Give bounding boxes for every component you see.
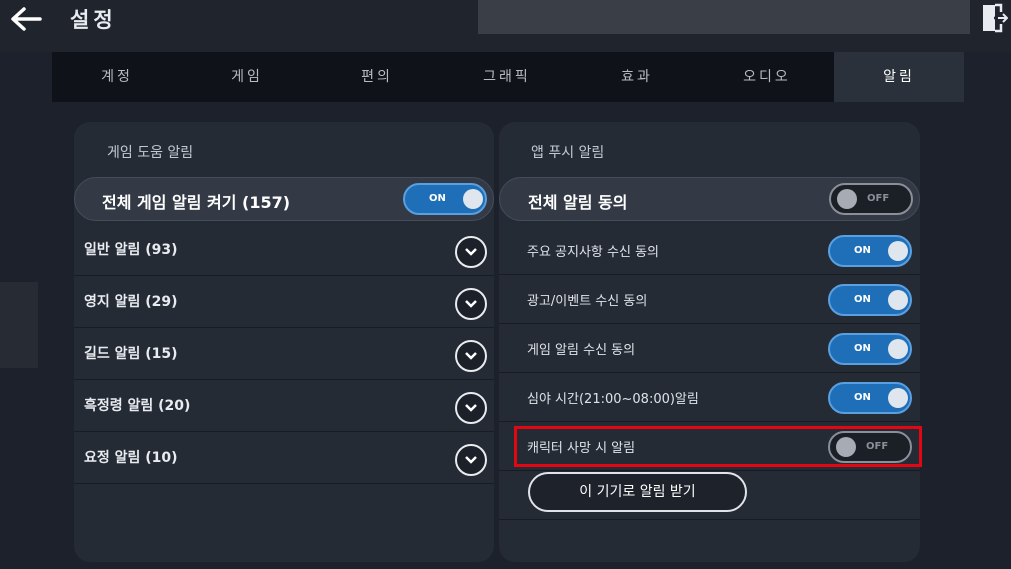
tab-convenience[interactable]: 편의: [312, 52, 442, 102]
list-item-label: 게임 알림 수신 동의: [527, 343, 636, 358]
settings-tab-bar: 계정 게임 편의 그래픽 효과 오디오 알림: [52, 52, 964, 102]
list-item[interactable]: 길드 알림 (15): [74, 328, 494, 380]
expand-button[interactable]: [455, 444, 487, 476]
night-time-notification-toggle[interactable]: ON: [828, 382, 912, 414]
list-item: 주요 공지사항 수신 동의 ON: [499, 226, 920, 275]
exit-button[interactable]: [980, 2, 1009, 34]
chevron-down-icon: [465, 248, 477, 256]
list-item-label: 흑정령 알림 (20): [84, 398, 191, 414]
list-item-label: 심야 시간(21:00~08:00)알림: [527, 392, 699, 407]
expand-button[interactable]: [455, 392, 487, 424]
list-item: 심야 시간(21:00~08:00)알림 ON: [499, 373, 920, 422]
highlight-box: [514, 426, 922, 467]
all-consent-label: 전체 알림 동의: [528, 193, 628, 212]
tab-effects[interactable]: 효과: [572, 52, 702, 102]
exit-door-icon: [983, 3, 1009, 33]
app-push-notifications-panel: 앱 푸시 알림 전체 알림 동의 OFF 주요 공지사항 수신 동의 ON 광고…: [499, 122, 920, 562]
side-strip: [0, 282, 38, 368]
toggle-state-label: ON: [854, 245, 871, 256]
expand-button[interactable]: [455, 288, 487, 320]
tab-notifications[interactable]: 알림: [834, 52, 964, 102]
all-consent-toggle[interactable]: OFF: [829, 183, 913, 215]
chevron-down-icon: [465, 300, 477, 308]
list-item-label: 길드 알림 (15): [84, 346, 178, 362]
list-item-label: 요정 알림 (10): [84, 450, 178, 466]
toggle-knob: [888, 290, 908, 310]
list-item: 게임 알림 수신 동의 ON: [499, 324, 920, 373]
panel-header: 앱 푸시 알림: [531, 145, 605, 161]
divider: [499, 519, 920, 520]
tab-audio[interactable]: 오디오: [702, 52, 832, 102]
tab-graphics[interactable]: 그래픽: [442, 52, 572, 102]
expand-button[interactable]: [455, 236, 487, 268]
list-item[interactable]: 흑정령 알림 (20): [74, 380, 494, 432]
toggle-state-label: ON: [429, 193, 446, 204]
all-consent-row: 전체 알림 동의 OFF: [499, 177, 920, 221]
receive-on-this-device-button[interactable]: 이 기기로 알림 받기: [528, 472, 747, 512]
all-game-notifications-row: 전체 게임 알림 켜기 (157) ON: [74, 177, 494, 221]
chevron-down-icon: [465, 456, 477, 464]
list-item-label: 주요 공지사항 수신 동의: [527, 245, 659, 260]
toggle-knob: [837, 189, 857, 209]
all-game-notifications-toggle[interactable]: ON: [403, 183, 487, 215]
game-notification-consent-toggle[interactable]: ON: [828, 333, 912, 365]
list-item-label: 광고/이벤트 수신 동의: [527, 294, 648, 309]
tab-game[interactable]: 게임: [182, 52, 312, 102]
all-game-notifications-label: 전체 게임 알림 켜기 (157): [102, 193, 291, 212]
expand-button[interactable]: [455, 340, 487, 372]
list-item[interactable]: 영지 알림 (29): [74, 276, 494, 328]
chevron-down-icon: [465, 404, 477, 412]
toggle-knob: [463, 189, 483, 209]
chevron-down-icon: [465, 352, 477, 360]
toggle-knob: [888, 388, 908, 408]
toggle-state-label: ON: [854, 392, 871, 403]
top-bar: 설정: [0, 0, 1011, 52]
back-button[interactable]: [6, 4, 46, 34]
panel-header: 게임 도움 알림: [107, 145, 194, 161]
ad-event-consent-toggle[interactable]: ON: [828, 284, 912, 316]
toggle-state-label: ON: [854, 294, 871, 305]
list-item[interactable]: 요정 알림 (10): [74, 432, 494, 484]
toggle-knob: [888, 339, 908, 359]
toggle-state-label: ON: [854, 343, 871, 354]
notice-consent-toggle[interactable]: ON: [828, 235, 912, 267]
top-bar-panel: [478, 0, 970, 34]
tab-account[interactable]: 계정: [52, 52, 182, 102]
game-help-notifications-panel: 게임 도움 알림 전체 게임 알림 켜기 (157) ON 일반 알림 (93)…: [74, 122, 494, 562]
list-item: 광고/이벤트 수신 동의 ON: [499, 275, 920, 324]
arrow-left-icon: [11, 7, 42, 31]
list-item[interactable]: 일반 알림 (93): [74, 224, 494, 276]
toggle-state-label: OFF: [867, 193, 890, 204]
toggle-knob: [888, 241, 908, 261]
list-item-label: 일반 알림 (93): [84, 242, 178, 258]
list-item-label: 영지 알림 (29): [84, 294, 178, 310]
page-title: 설정: [70, 8, 117, 32]
